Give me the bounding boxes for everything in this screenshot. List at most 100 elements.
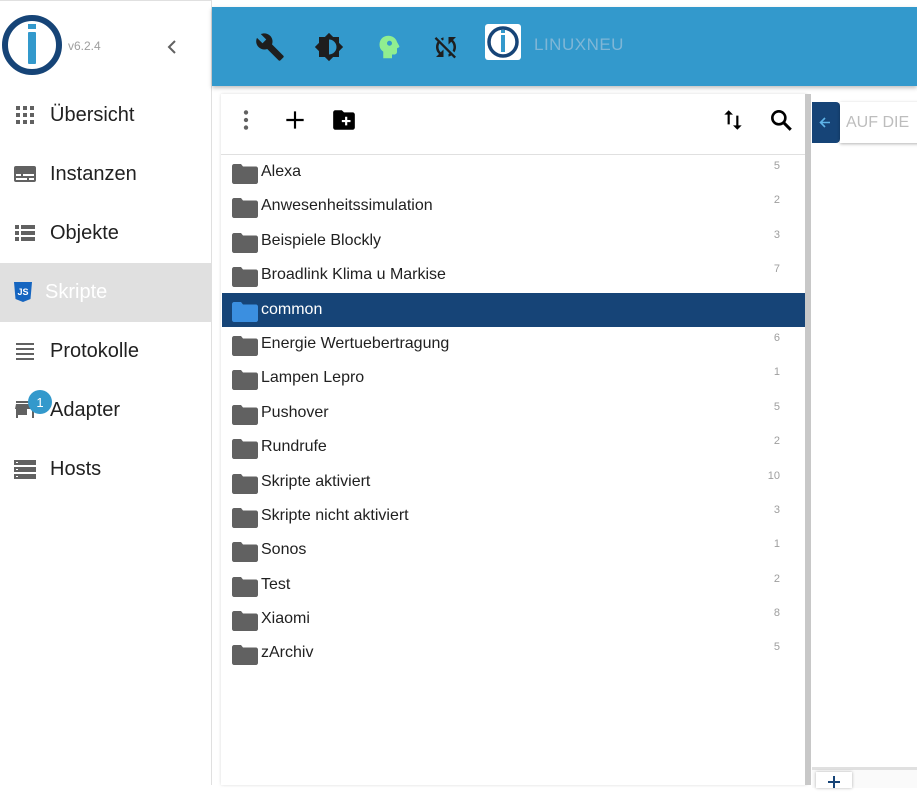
folder-name: Pushover [261, 403, 329, 421]
arrow-left-icon[interactable] [812, 102, 840, 143]
expert-mode-icon[interactable] [372, 32, 402, 62]
folder-row[interactable]: Sonos 1 [222, 533, 807, 567]
folder-icon [232, 198, 258, 219]
instances-icon [14, 166, 36, 182]
folder-icon [232, 507, 258, 528]
sidebar-item-instanzen[interactable]: Instanzen [0, 145, 211, 204]
sidebar-item-label: Instanzen [50, 163, 137, 185]
folder-name: Skripte nicht aktiviert [261, 506, 409, 524]
folder-row[interactable]: Xiaomi 8 [222, 602, 807, 636]
sidebar-item-adapter[interactable]: 1 Adapter [0, 381, 211, 440]
javascript-icon: JS [14, 282, 32, 302]
folder-script-count: 2 [773, 435, 780, 448]
scripts-panel: Alexa 5 Anwesenheitssimulation 2 Beispiele B… [221, 94, 807, 785]
folder-row[interactable]: Anwesenheitssimulation 2 [222, 189, 807, 223]
folder-row[interactable]: Rundrufe 2 [222, 430, 807, 464]
folder-icon [232, 164, 258, 184]
folder-row[interactable]: Broadlink Klima u Markise 7 [222, 258, 807, 292]
folder-name: Skripte aktiviert [261, 472, 371, 490]
folder-row[interactable]: Test 2 [222, 568, 807, 602]
folder-name: Alexa [261, 163, 302, 180]
folder-icon [232, 232, 258, 253]
folder-script-count: 8 [773, 607, 780, 620]
lines-icon [16, 343, 34, 360]
sidebar-item-protokolle[interactable]: Protokolle [0, 322, 211, 381]
add-icon[interactable] [282, 107, 308, 133]
folder-name: Lampen Lepro [261, 369, 365, 387]
folder-list: Alexa 5 Anwesenheitssimulation 2 Beispiele B… [222, 155, 807, 671]
sidebar-item-skripte[interactable]: JS Skripte [0, 263, 211, 322]
folder-name: Energie Wertuebertragung [261, 334, 450, 352]
iobroker-logo[interactable] [2, 15, 62, 75]
folder-row[interactable]: Skripte nicht aktiviert 3 [222, 499, 807, 533]
folder-name: Anwesenheitssimulation [261, 197, 433, 215]
folder-row[interactable]: zArchiv 5 [222, 636, 807, 670]
folder-icon [232, 542, 258, 563]
sidebar-item-label: Adapter [50, 399, 121, 421]
sidebar: v6.2.4 Übersicht Instanzen Objekte JS Sk… [0, 0, 212, 785]
folder-icon [232, 267, 258, 288]
folder-icon [232, 335, 258, 356]
folder-script-count: 7 [773, 263, 780, 276]
folder-icon [232, 576, 258, 597]
folder-script-count: 5 [773, 160, 780, 172]
wrench-icon[interactable] [255, 32, 285, 62]
sidebar-item-uebersicht[interactable]: Übersicht [0, 86, 211, 145]
folder-icon [232, 645, 258, 666]
folder-name: Sonos [261, 541, 307, 559]
folder-icon [232, 439, 258, 460]
folder-icon [232, 473, 258, 494]
folder-script-count: 5 [773, 400, 780, 413]
sidebar-item-label: Protokolle [50, 340, 139, 362]
sort-icon[interactable] [720, 107, 746, 133]
folder-icon [232, 370, 258, 391]
folder-name: common [261, 300, 323, 318]
svg-text:JS: JS [17, 287, 28, 297]
folder-icon [232, 404, 258, 425]
folder-script-count: 1 [773, 538, 780, 551]
servers-icon [14, 460, 36, 479]
more-vert-icon[interactable] [233, 107, 259, 133]
folder-script-count: 10 [767, 469, 780, 482]
create-folder-icon[interactable] [331, 107, 357, 133]
scripts-toolbar [221, 94, 807, 155]
folder-row[interactable]: Beispiele Blockly 3 [222, 224, 807, 258]
chevron-left-icon[interactable] [160, 35, 184, 59]
scrollbar[interactable] [805, 94, 811, 785]
sidebar-nav: Übersicht Instanzen Objekte JS Skripte P… [0, 86, 211, 499]
folder-row[interactable]: Lampen Lepro 1 [222, 361, 807, 395]
search-icon[interactable] [768, 107, 794, 133]
folder-name: zArchiv [261, 644, 314, 662]
folder-row[interactable]: Alexa 5 [222, 155, 807, 189]
app-version: v6.2.4 [68, 39, 101, 53]
bottom-add-button[interactable] [816, 772, 852, 788]
add-icon [828, 776, 840, 788]
brightness-icon[interactable] [314, 32, 344, 62]
top-bar: LINUXNEU [212, 7, 917, 86]
folder-name: Rundrufe [261, 438, 327, 456]
sidebar-item-label: Hosts [50, 458, 102, 480]
folder-script-count: 2 [773, 572, 780, 585]
folder-icon [232, 301, 258, 322]
host-name: LINUXNEU [534, 35, 624, 54]
folder-row[interactable]: Energie Wertuebertragung 6 [222, 327, 807, 361]
sidebar-item-hosts[interactable]: Hosts [0, 440, 211, 499]
list-view-icon [15, 225, 35, 241]
folder-script-count: 2 [773, 194, 780, 207]
folder-name: Test [261, 575, 291, 593]
folder-row[interactable]: Skripte aktiviert 10 [222, 465, 807, 499]
folder-script-count: 6 [773, 331, 780, 344]
folder-row[interactable]: Pushover 5 [222, 396, 807, 430]
sync-disabled-icon[interactable] [431, 32, 461, 62]
folder-row[interactable]: common [222, 292, 807, 327]
update-count-badge: 1 [28, 390, 52, 414]
sidebar-item-label: Skripte [45, 281, 108, 303]
folder-script-count: 3 [773, 503, 780, 516]
sidebar-item-objekte[interactable]: Objekte [0, 204, 211, 263]
folder-script-count: 1 [773, 366, 780, 379]
folder-script-count: 3 [773, 228, 780, 241]
sidebar-header: v6.2.4 [0, 0, 211, 87]
editor-tab[interactable]: AUF DIE [840, 102, 917, 143]
editor-panel: AUF DIE [812, 94, 917, 788]
folder-name: Xiaomi [261, 610, 310, 628]
